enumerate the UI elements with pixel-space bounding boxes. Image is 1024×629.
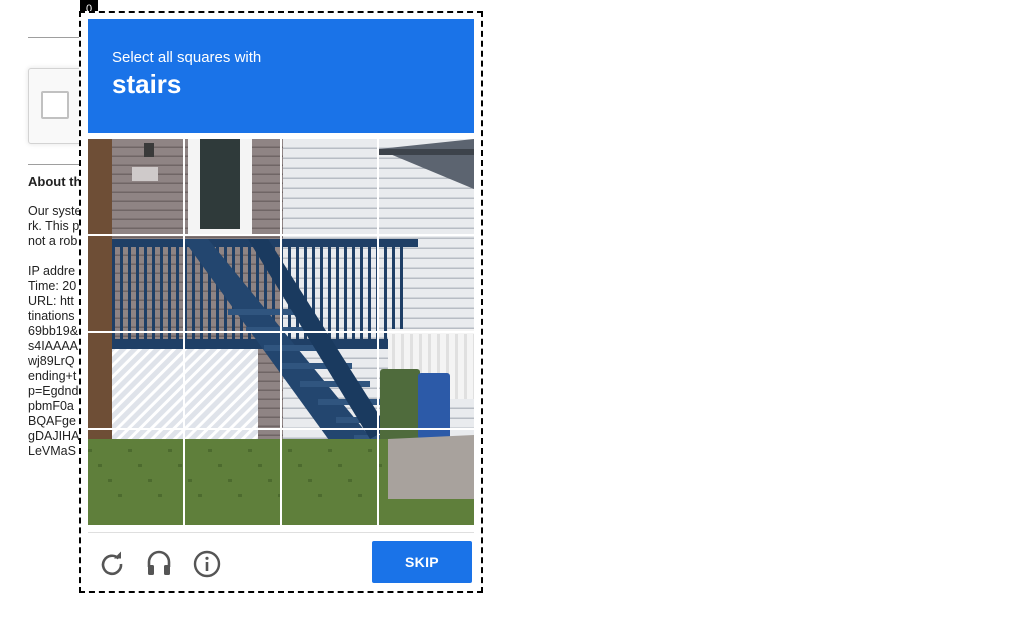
image-grid bbox=[88, 139, 474, 525]
info-icon[interactable] bbox=[192, 549, 222, 579]
grid-tile-r1-c3[interactable] bbox=[282, 139, 377, 234]
tile-image bbox=[88, 139, 183, 234]
headphones-icon[interactable] bbox=[144, 548, 174, 578]
grid-tile-r2-c3[interactable] bbox=[282, 236, 377, 331]
tile-image bbox=[88, 430, 183, 525]
tile-image bbox=[282, 139, 377, 234]
tile-image bbox=[379, 236, 474, 331]
grid-tile-r4-c3[interactable] bbox=[282, 430, 377, 525]
tile-image bbox=[88, 333, 183, 428]
tile-image bbox=[88, 236, 183, 331]
grid-tile-r4-c4[interactable] bbox=[379, 430, 474, 525]
footer-divider bbox=[88, 532, 474, 533]
reload-icon[interactable] bbox=[97, 549, 127, 579]
challenge-instruction: Select all squares with bbox=[112, 49, 262, 66]
grid-tile-r3-c1[interactable] bbox=[88, 333, 183, 428]
grid-tile-r1-c1[interactable] bbox=[88, 139, 183, 234]
tile-image bbox=[185, 430, 280, 525]
tile-image bbox=[379, 333, 474, 428]
tile-image bbox=[282, 236, 377, 331]
grid-tile-r3-c3[interactable] bbox=[282, 333, 377, 428]
tile-image bbox=[379, 430, 474, 525]
tile-image bbox=[282, 430, 377, 525]
grid-tile-r2-c2[interactable] bbox=[185, 236, 280, 331]
tile-image bbox=[185, 139, 280, 234]
captcha-challenge-popup: Select all squares with stairs SKIP bbox=[79, 11, 483, 593]
grid-tile-r3-c2[interactable] bbox=[185, 333, 280, 428]
grid-tile-r1-c4[interactable] bbox=[379, 139, 474, 234]
challenge-header: Select all squares with stairs bbox=[88, 19, 474, 133]
challenge-target: stairs bbox=[112, 69, 182, 99]
recaptcha-checkbox[interactable] bbox=[41, 91, 69, 119]
tile-image bbox=[282, 333, 377, 428]
grid-tile-r4-c2[interactable] bbox=[185, 430, 280, 525]
tile-image bbox=[185, 236, 280, 331]
tile-image bbox=[185, 333, 280, 428]
about-heading: About th bbox=[28, 174, 82, 189]
grid-tile-r1-c2[interactable] bbox=[185, 139, 280, 234]
tile-image bbox=[379, 139, 474, 234]
grid-tile-r2-c1[interactable] bbox=[88, 236, 183, 331]
skip-button[interactable]: SKIP bbox=[372, 541, 472, 583]
grid-tile-r3-c4[interactable] bbox=[379, 333, 474, 428]
grid-tile-r4-c1[interactable] bbox=[88, 430, 183, 525]
grid-tile-r2-c4[interactable] bbox=[379, 236, 474, 331]
